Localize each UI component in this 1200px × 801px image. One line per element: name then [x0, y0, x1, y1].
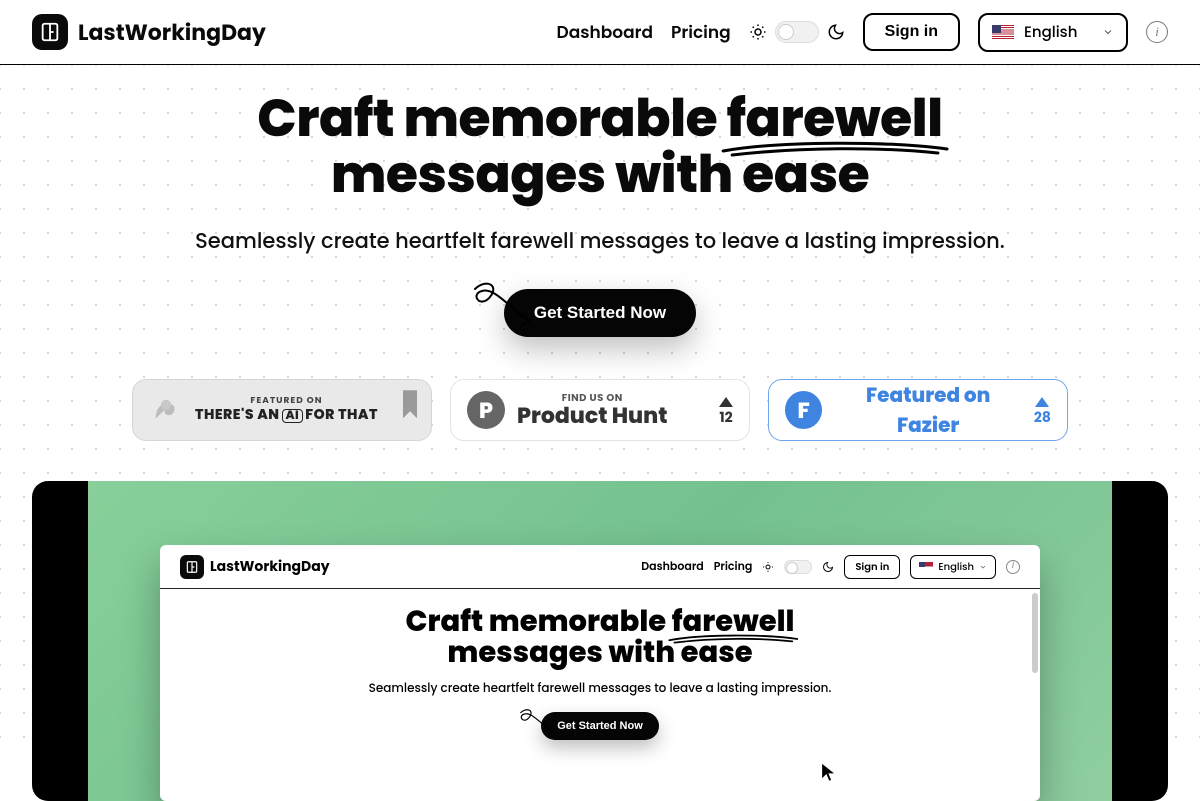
- theme-switcher: [749, 21, 845, 43]
- preview-squiggle-icon: [510, 707, 560, 742]
- logo-mark-icon: [32, 14, 68, 50]
- ph-count: 12: [719, 410, 732, 424]
- cursor-icon: [818, 761, 840, 783]
- cta-row: Get Started Now: [0, 289, 1200, 337]
- triangle-up-icon: [719, 397, 733, 407]
- info-icon[interactable]: i: [1146, 21, 1168, 43]
- preview-scribble-icon: [668, 633, 799, 645]
- preview-flag-icon: [919, 562, 933, 571]
- preview-logo-icon: [180, 555, 204, 579]
- preview-gradient: LastWorkingDay Dashboard Pricing Sign in…: [88, 481, 1112, 801]
- preview-nav-dashboard: Dashboard: [641, 558, 703, 575]
- hero-title: Craft memorable farewell messages with e…: [0, 91, 1200, 202]
- preview-hero-title: Craft memorable farewell messages with e…: [160, 607, 1040, 668]
- triangle-up-icon: [1035, 397, 1049, 407]
- preview-scrollbar: [1032, 593, 1038, 673]
- fz-text: Featured on Fazier: [834, 380, 1022, 440]
- taaft-line2: THERE'S ANAIFOR THAT: [195, 407, 378, 424]
- ph-upvote: 12: [719, 397, 733, 424]
- fazier-logo-icon: F: [785, 391, 822, 429]
- preview-info-icon: i: [1006, 560, 1020, 574]
- nav-dashboard[interactable]: Dashboard: [557, 19, 654, 45]
- moon-icon: [827, 23, 845, 41]
- language-label: English: [1024, 21, 1092, 44]
- preview-lang: English: [910, 555, 996, 579]
- hero: Craft memorable farewell messages with e…: [0, 65, 1200, 441]
- nav-right: Dashboard Pricing Sign in English i: [557, 13, 1169, 52]
- product-preview: LastWorkingDay Dashboard Pricing Sign in…: [32, 481, 1168, 801]
- chevron-down-icon: [1102, 26, 1114, 38]
- preview-subtitle: Seamlessly create heartfelt farewell mes…: [160, 680, 1040, 698]
- preview-signin: Sign in: [844, 555, 900, 579]
- flag-us-icon: [992, 25, 1014, 39]
- preview-hero: Craft memorable farewell messages with e…: [160, 589, 1040, 740]
- flex-arm-icon: [149, 393, 183, 427]
- preview-moon-icon: [822, 561, 834, 573]
- preview-theme-toggle: [784, 560, 812, 574]
- badge-taaft[interactable]: FEATURED ON THERE'S ANAIFOR THAT: [132, 379, 432, 441]
- scribble-underline-icon: [721, 139, 949, 159]
- logo[interactable]: LastWorkingDay: [32, 14, 266, 50]
- bookmark-icon: [403, 390, 417, 418]
- preview-chevron-icon: [979, 563, 987, 571]
- preview-window: LastWorkingDay Dashboard Pricing Sign in…: [160, 545, 1040, 801]
- hero-subtitle: Seamlessly create heartfelt farewell mes…: [0, 226, 1200, 257]
- language-select[interactable]: English: [978, 13, 1128, 52]
- sun-icon: [749, 23, 767, 41]
- badge-fazier[interactable]: F Featured on Fazier 28: [768, 379, 1068, 441]
- preview-logo-text: LastWorkingDay: [210, 556, 330, 577]
- signin-button[interactable]: Sign in: [863, 13, 960, 51]
- ph-line2: Product Hunt: [517, 404, 667, 427]
- site-header: LastWorkingDay Dashboard Pricing Sign in…: [0, 0, 1200, 65]
- logo-text: LastWorkingDay: [78, 16, 266, 49]
- squiggle-arrow-icon: [460, 279, 540, 339]
- fz-count: 28: [1034, 410, 1051, 424]
- preview-sun-icon: [762, 561, 774, 573]
- badge-producthunt[interactable]: P FIND US ON Product Hunt 12: [450, 379, 750, 441]
- producthunt-logo-icon: P: [467, 391, 505, 429]
- preview-nav-pricing: Pricing: [714, 558, 753, 575]
- preview-header: LastWorkingDay Dashboard Pricing Sign in…: [160, 545, 1040, 589]
- badges-row: FEATURED ON THERE'S ANAIFOR THAT P FIND …: [0, 379, 1200, 441]
- nav-pricing[interactable]: Pricing: [671, 19, 731, 45]
- theme-toggle[interactable]: [775, 21, 819, 43]
- fz-upvote: 28: [1034, 397, 1051, 424]
